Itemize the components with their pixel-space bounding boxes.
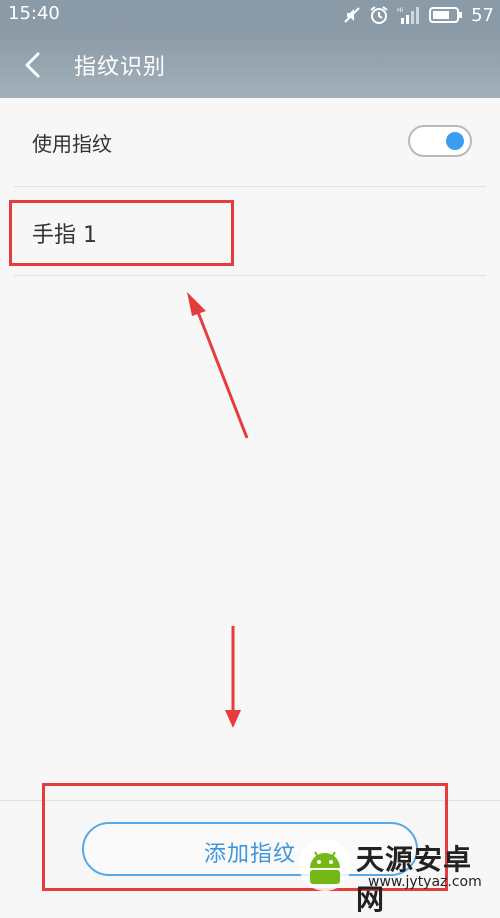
battery-icon — [429, 7, 463, 23]
page-title: 指纹识别 — [74, 55, 167, 80]
use-fingerprint-label: 使用指纹 — [32, 132, 112, 156]
status-icons: Hi 57 — [343, 4, 494, 26]
toggle-knob — [446, 132, 464, 150]
svg-text:Hi: Hi — [397, 7, 404, 14]
status-time: 15:40 — [8, 3, 60, 24]
signal-icon: Hi — [397, 7, 420, 24]
watermark-url: www.jytyaz.com — [368, 874, 482, 890]
use-fingerprint-row[interactable]: 使用指纹 — [14, 98, 486, 187]
android-logo-icon — [299, 839, 351, 891]
battery-level: 57 — [471, 4, 494, 26]
status-bar: 15:40 Hi 57 — [0, 0, 500, 30]
highlight-box-fingerprint — [9, 200, 234, 266]
arrow-up-annotation — [187, 292, 249, 439]
back-arrow-icon[interactable] — [18, 50, 48, 80]
watermark: 天源安卓网 www.jytyaz.com — [298, 836, 498, 916]
mute-icon — [344, 7, 360, 23]
arrow-down-annotation — [225, 626, 241, 728]
use-fingerprint-toggle[interactable] — [408, 125, 472, 157]
alarm-icon — [370, 6, 388, 24]
app-bar: 指纹识别 — [0, 30, 500, 98]
